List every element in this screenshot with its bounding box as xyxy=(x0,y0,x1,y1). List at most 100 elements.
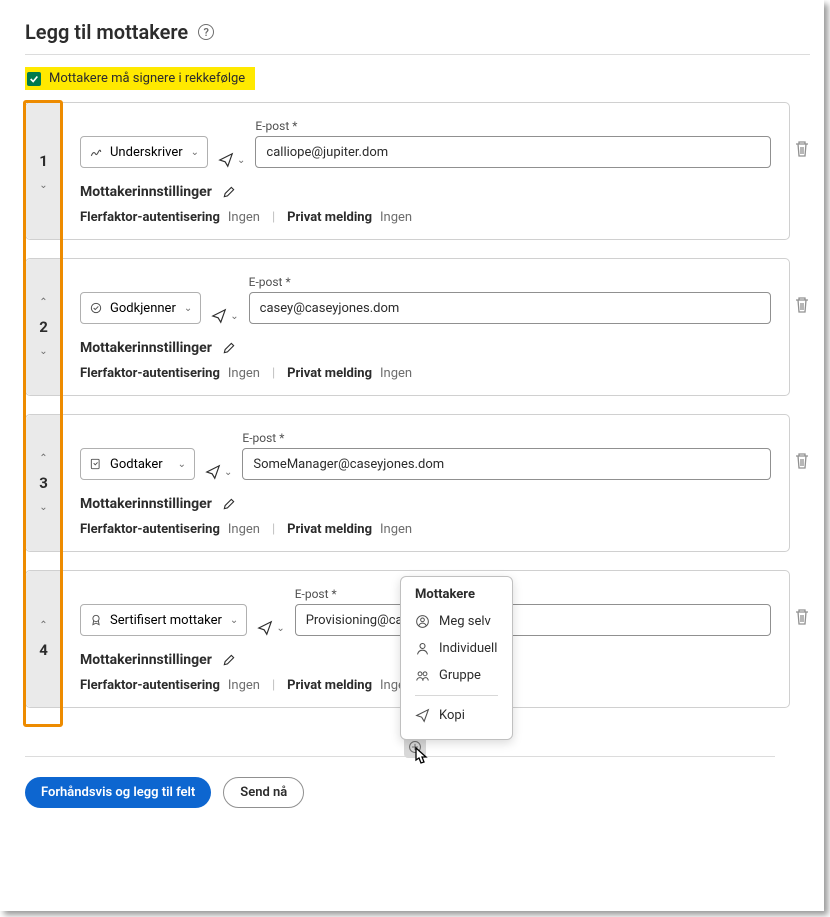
email-label: E-post * xyxy=(242,431,771,445)
delivery-select[interactable]: ⌄ xyxy=(257,620,284,636)
edit-icon[interactable] xyxy=(222,653,236,667)
popover-item-label: Individuell xyxy=(439,641,497,656)
approver-icon xyxy=(89,301,103,315)
role-label: Underskriver xyxy=(110,145,183,160)
separator: | xyxy=(268,210,279,225)
chevron-down-icon[interactable]: ⌄ xyxy=(39,502,47,513)
signer-icon xyxy=(89,145,103,159)
email-input[interactable] xyxy=(295,604,771,636)
separator: | xyxy=(268,678,279,693)
checkbox-checked-icon[interactable] xyxy=(27,72,41,86)
user-icon xyxy=(415,641,430,656)
user-circle-icon xyxy=(415,614,430,629)
order-column[interactable]: ⌃ 2 ⌄ xyxy=(26,259,62,395)
divider xyxy=(25,756,775,757)
email-label: E-post * xyxy=(255,119,771,133)
order-column[interactable]: ⌃ 3 ⌄ xyxy=(26,415,62,551)
delivery-select[interactable]: ⌄ xyxy=(211,308,238,324)
mfa-value: Ingen xyxy=(228,678,260,693)
private-message-value: Ingen xyxy=(380,210,412,225)
separator: | xyxy=(268,366,279,381)
send-icon xyxy=(211,308,227,324)
popover-item-copy[interactable]: Kopi xyxy=(401,702,512,729)
edit-icon[interactable] xyxy=(222,497,236,511)
acceptor-icon xyxy=(89,457,103,471)
chevron-down-icon[interactable]: ⌄ xyxy=(39,180,47,191)
send-icon xyxy=(218,152,234,168)
private-message-label: Privat melding xyxy=(287,366,372,381)
mfa-label: Flerfaktor-autentisering xyxy=(80,366,220,381)
chevron-down-icon: ⌄ xyxy=(178,459,186,470)
send-icon xyxy=(205,464,221,480)
edit-icon[interactable] xyxy=(222,341,236,355)
popover-item-label: Gruppe xyxy=(439,668,481,683)
order-column[interactable]: 1 ⌄ xyxy=(26,103,62,239)
popover-item-myself[interactable]: Meg selv xyxy=(401,608,512,635)
role-select[interactable]: Underskriver ⌄ xyxy=(80,136,208,168)
send-icon xyxy=(415,708,430,723)
delete-recipient-button[interactable] xyxy=(794,608,810,630)
popover-divider xyxy=(415,695,498,696)
chevron-down-icon: ⌄ xyxy=(230,615,238,626)
order-number: 4 xyxy=(39,641,48,659)
role-select[interactable]: Sertifisert mottaker ⌄ xyxy=(80,604,247,636)
role-select[interactable]: Godtaker ⌄ xyxy=(80,448,195,480)
private-message-value: Ingen xyxy=(380,522,412,537)
mfa-value: Ingen xyxy=(228,210,260,225)
chevron-down-icon: ⌄ xyxy=(191,147,199,158)
popover-item-label: Meg selv xyxy=(439,614,491,629)
page-title: Legg til mottakere xyxy=(25,20,188,44)
chevron-up-icon[interactable]: ⌃ xyxy=(39,453,47,464)
private-message-label: Privat melding xyxy=(287,522,372,537)
recipient-settings-label: Mottakerinnstillinger xyxy=(80,184,212,200)
chevron-up-icon[interactable]: ⌃ xyxy=(39,297,47,308)
certified-icon xyxy=(89,613,103,627)
divider xyxy=(25,54,810,55)
edit-icon[interactable] xyxy=(222,185,236,199)
recipient-settings-label: Mottakerinnstillinger xyxy=(80,496,212,512)
email-input[interactable] xyxy=(255,136,771,168)
delete-recipient-button[interactable] xyxy=(794,140,810,162)
recipient-card: ⌃ 3 ⌄ Godtaker ⌄ ⌄ xyxy=(25,414,790,552)
mfa-label: Flerfaktor-autentisering xyxy=(80,210,220,225)
email-label: E-post * xyxy=(295,587,771,601)
order-column[interactable]: ⌃ 4 xyxy=(26,571,62,707)
private-message-label: Privat melding xyxy=(287,210,372,225)
delivery-select[interactable]: ⌄ xyxy=(205,464,232,480)
preview-button[interactable]: Forhåndsvis og legg til felt xyxy=(25,777,211,808)
mfa-label: Flerfaktor-autentisering xyxy=(80,678,220,693)
email-input[interactable] xyxy=(249,292,771,324)
chevron-up-icon[interactable]: ⌃ xyxy=(39,620,47,631)
popover-title: Mottakere xyxy=(401,587,512,608)
chevron-down-icon: ⌄ xyxy=(276,623,284,634)
chevron-down-icon: ⌄ xyxy=(237,155,245,166)
mfa-value: Ingen xyxy=(228,522,260,537)
delete-recipient-button[interactable] xyxy=(794,452,810,474)
chevron-down-icon[interactable]: ⌄ xyxy=(39,346,47,357)
separator: | xyxy=(268,522,279,537)
delivery-select[interactable]: ⌄ xyxy=(218,152,245,168)
chevron-down-icon: ⌄ xyxy=(224,467,232,478)
private-message-value: Ingen xyxy=(380,366,412,381)
send-now-button[interactable]: Send nå xyxy=(223,777,304,808)
send-icon xyxy=(257,620,273,636)
delete-recipient-button[interactable] xyxy=(794,296,810,318)
recipient-settings-label: Mottakerinnstillinger xyxy=(80,340,212,356)
role-select[interactable]: Godkjenner ⌄ xyxy=(80,292,201,324)
mfa-label: Flerfaktor-autentisering xyxy=(80,522,220,537)
chevron-down-icon: ⌄ xyxy=(184,303,192,314)
plus-circle-icon xyxy=(408,740,422,754)
recipient-card: ⌃ 2 ⌄ Godkjenner ⌄ ⌄ xyxy=(25,258,790,396)
email-input[interactable] xyxy=(242,448,771,480)
popover-item-group[interactable]: Gruppe xyxy=(401,662,512,689)
group-icon xyxy=(415,668,430,683)
help-icon[interactable]: ? xyxy=(198,24,214,40)
popover-item-individual[interactable]: Individuell xyxy=(401,635,512,662)
order-number: 2 xyxy=(39,318,48,336)
add-recipient-popover: Mottakere Meg selv Individuell Gruppe Ko… xyxy=(400,576,513,740)
sign-order-label: Mottakere må signere i rekkefølge xyxy=(49,71,245,86)
sign-order-toggle[interactable]: Mottakere må signere i rekkefølge xyxy=(25,67,255,90)
popover-item-label: Kopi xyxy=(439,708,465,723)
private-message-label: Privat melding xyxy=(287,678,372,693)
recipient-settings-label: Mottakerinnstillinger xyxy=(80,652,212,668)
